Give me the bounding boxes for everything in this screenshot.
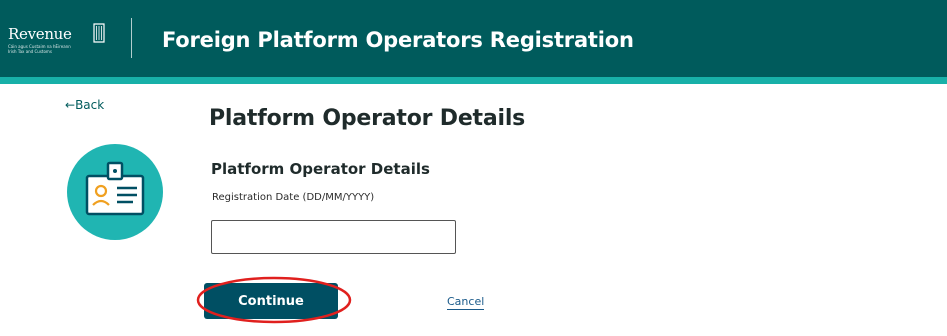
section-heading: Platform Operator Details xyxy=(211,160,430,178)
header-bar: Revenue Cáin agus Custaim na hÉireann Ir… xyxy=(0,0,947,77)
page-title: Platform Operator Details xyxy=(209,106,526,131)
arrow-left-icon: ← xyxy=(65,98,76,112)
registration-date-input[interactable] xyxy=(211,220,456,254)
cancel-link[interactable]: Cancel xyxy=(447,295,485,310)
logo-subtext-line-2: Irish Tax and Customs xyxy=(8,49,52,54)
header-divider xyxy=(131,18,132,58)
revenue-logo[interactable]: Revenue Cáin agus Custaim na hÉireann Ir… xyxy=(8,22,118,62)
harp-icon xyxy=(93,23,105,43)
back-link-label: Back xyxy=(75,98,105,112)
back-link[interactable]: ←Back xyxy=(65,98,104,112)
logo-wordmark: Revenue xyxy=(8,25,72,43)
logo-subtext: Cáin agus Custaim na hÉireann Irish Tax … xyxy=(8,44,98,54)
registration-date-label: Registration Date (DD/MM/YYYY) xyxy=(212,192,375,203)
app-title: Foreign Platform Operators Registration xyxy=(162,28,634,52)
header-accent-stripe xyxy=(0,77,947,84)
id-badge-icon xyxy=(67,144,163,240)
continue-button[interactable]: Continue xyxy=(204,283,338,319)
